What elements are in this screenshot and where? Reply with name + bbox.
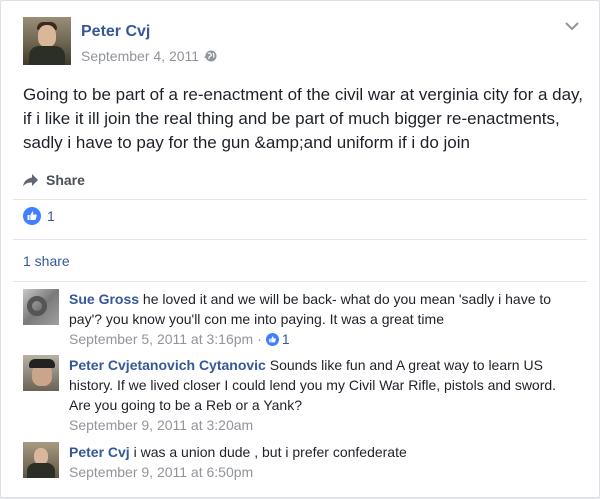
chevron-down-icon[interactable]: [565, 21, 579, 31]
post-date[interactable]: September 4, 2011 ·: [81, 48, 208, 64]
comment-author[interactable]: Sue Gross: [69, 291, 139, 307]
globe-icon: [205, 50, 217, 62]
comment-text: i was a union dude , but i prefer confed…: [129, 444, 407, 460]
commenter-avatar[interactable]: [23, 355, 59, 391]
share-arrow-icon: [23, 173, 38, 186]
post-text: Going to be part of a re-enactment of th…: [23, 85, 584, 152]
comment-timestamp[interactable]: September 5, 2011 at 3:16pm: [69, 331, 253, 347]
shares-link[interactable]: 1 share: [23, 253, 70, 269]
reactions-summary[interactable]: 1: [23, 207, 55, 225]
avatar-body: [27, 463, 55, 478]
like-count: 1: [47, 208, 55, 224]
comment-meta: September 5, 2011 at 3:16pm · 1: [69, 329, 579, 349]
avatar-body: [29, 46, 65, 65]
comment-body: Peter Cvj i was a union dude , but i pre…: [69, 442, 579, 482]
comment-text: he loved it and we will be back- what do…: [69, 291, 552, 327]
comment-body: Sue Gross he loved it and we will be bac…: [69, 289, 579, 349]
comment-author[interactable]: Peter Cvjetanovich Cytanovic: [69, 357, 266, 373]
comment-timestamp[interactable]: September 9, 2011 at 6:50pm: [69, 464, 253, 480]
share-button[interactable]: Share: [23, 169, 85, 191]
author-name[interactable]: Peter Cvj: [81, 23, 150, 41]
share-label: Share: [46, 172, 85, 188]
small-like-icon: [265, 333, 279, 346]
post-card: Peter Cvj September 4, 2011 · Going to b…: [0, 0, 600, 498]
comment-author[interactable]: Peter Cvj: [69, 444, 130, 460]
avatar-cap: [29, 359, 55, 368]
avatar-face: [38, 25, 56, 47]
comment-timestamp[interactable]: September 9, 2011 at 3:20am: [69, 417, 253, 433]
comment-like-count[interactable]: 1: [282, 331, 290, 347]
author-avatar[interactable]: [23, 17, 71, 65]
divider: [13, 239, 587, 240]
comment-meta: September 9, 2011 at 6:50pm: [69, 462, 579, 482]
like-icon: [23, 207, 41, 225]
comment-meta: September 9, 2011 at 3:20am: [69, 415, 579, 435]
comment-body: Peter Cvjetanovich Cytanovic Sounds like…: [69, 355, 579, 435]
commenter-avatar[interactable]: [23, 289, 59, 325]
divider: [13, 199, 587, 200]
commenter-avatar[interactable]: [23, 442, 59, 478]
separator: ·: [257, 331, 262, 347]
avatar-image: [27, 296, 47, 316]
divider: [13, 281, 587, 282]
